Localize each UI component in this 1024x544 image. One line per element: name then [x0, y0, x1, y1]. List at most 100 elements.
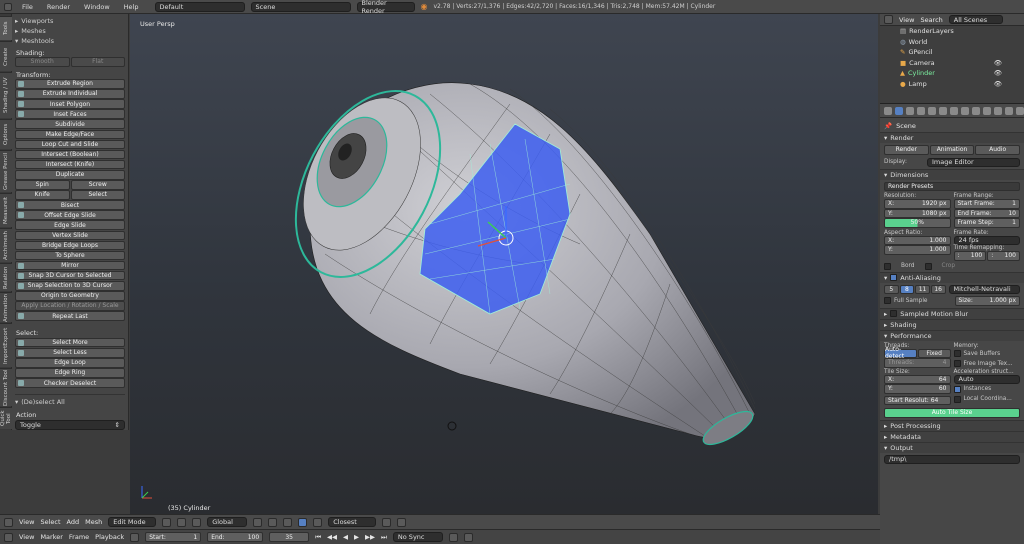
border-checkbox[interactable]	[884, 262, 891, 270]
menu-file[interactable]: File	[18, 3, 37, 11]
display-mode-dropdown[interactable]: All Scenes	[948, 15, 1003, 24]
layout-selector[interactable]: Default	[154, 1, 245, 12]
outliner-item-world[interactable]: ◍ World	[880, 37, 1024, 48]
edge-ring-button[interactable]: Edge Ring	[15, 368, 125, 378]
outliner-item-lamp[interactable]: ● Lamp 👁	[880, 79, 1024, 90]
frame-step-field[interactable]: Frame Step: 1	[953, 218, 1020, 228]
frame-menu[interactable]: Frame	[69, 533, 89, 541]
select-less-button[interactable]: Select Less	[15, 347, 125, 358]
resolution-x-field[interactable]: X: 1920 px	[884, 199, 951, 209]
tab-animation[interactable]: Animation	[0, 292, 12, 322]
resolution-percent-slider[interactable]: 50%	[884, 218, 951, 228]
crop-checkbox[interactable]	[924, 262, 932, 270]
outliner-item-cylinder[interactable]: ▲ Cylinder 👁	[880, 68, 1024, 79]
knife-button[interactable]: Knife	[15, 190, 70, 200]
outliner-item-camera[interactable]: ■ Camera 👁	[880, 58, 1024, 69]
offset-edge-slide-button[interactable]: Offset Edge Slide	[15, 210, 125, 220]
free-image-checkbox[interactable]	[953, 360, 961, 367]
render-engine-selector[interactable]: Blender Render	[356, 0, 415, 15]
frame-rate-dropdown[interactable]: 24 fps	[953, 235, 1020, 245]
snap-target-dropdown[interactable]: Closest	[328, 517, 377, 527]
tab-importexport[interactable]: ImportExport	[0, 323, 12, 367]
menu-help[interactable]: Help	[120, 3, 143, 11]
render-preview-icon[interactable]	[397, 517, 407, 527]
render-panel-header[interactable]: ▾ Render	[880, 132, 1024, 143]
manipulator-icon[interactable]	[192, 517, 202, 527]
scene-tab-icon[interactable]	[917, 106, 925, 115]
apply-transform-button[interactable]: Apply Location / Rotation / Scale	[15, 301, 125, 311]
snap-icon[interactable]	[382, 517, 392, 527]
extrude-individual-button[interactable]: Extrude Individual	[15, 89, 125, 99]
tab-options[interactable]: Options	[0, 119, 12, 149]
local-coord-checkbox[interactable]	[953, 395, 961, 403]
motion-blur-panel-header[interactable]: ▸ Sampled Motion Blur	[880, 307, 1024, 319]
end-frame-field[interactable]: End: 100	[207, 532, 264, 542]
world-tab-icon[interactable]	[928, 106, 936, 115]
flat-button[interactable]: Flat	[70, 57, 125, 67]
start-frame-field[interactable]: Start Frame: 1	[953, 199, 1020, 209]
audio-button[interactable]: Audio	[975, 145, 1021, 155]
tab-create[interactable]: Create	[0, 41, 12, 71]
acceleration-dropdown[interactable]: Auto	[953, 374, 1020, 384]
spin-button[interactable]: Spin	[15, 180, 70, 190]
start-resolution-field[interactable]: Start Resolut: 64	[884, 395, 951, 405]
pivot-point-icon[interactable]	[177, 517, 187, 527]
texture-tab-icon[interactable]	[994, 106, 1002, 115]
record-icon[interactable]	[448, 532, 458, 542]
instances-checkbox[interactable]	[953, 385, 961, 393]
make-edge-face-button[interactable]: Make Edge/Face	[15, 129, 125, 140]
tab-quick-tool[interactable]: Quick Tool	[0, 407, 12, 429]
tab-shading-uv[interactable]: Shading / UV	[0, 72, 12, 118]
aa-samples-11[interactable]: 11	[915, 284, 930, 294]
shading-panel-header[interactable]: ▸ Shading	[880, 318, 1024, 330]
section-meshes[interactable]: ▸ Meshes	[15, 26, 125, 36]
filter-size-field[interactable]: Size: 1.000 px	[954, 296, 1020, 306]
snap-cursor-to-selected-button[interactable]: Snap 3D Cursor to Selected	[15, 270, 125, 281]
aa-samples-5[interactable]: 5	[884, 284, 899, 294]
face-select-icon[interactable]	[298, 517, 308, 527]
editor-type-icon[interactable]	[4, 517, 13, 527]
tab-relation[interactable]: Relation	[0, 263, 12, 291]
select-more-button[interactable]: Select More	[15, 337, 125, 348]
lamp-object-icon[interactable]	[447, 421, 457, 431]
current-frame-field[interactable]: 35	[269, 532, 310, 542]
editor-type-icon[interactable]	[884, 15, 893, 24]
view-menu[interactable]: View	[19, 518, 34, 526]
constraints-tab-icon[interactable]	[950, 106, 958, 115]
bisect-button[interactable]: Bisect	[15, 200, 125, 210]
anti-aliasing-panel-header[interactable]: ▾ Anti-Aliasing	[880, 271, 1024, 283]
scene-render-tab-icon[interactable]	[895, 106, 903, 115]
vertex-slide-button[interactable]: Vertex Slide	[15, 230, 125, 241]
tab-archimesh[interactable]: Archimesh	[0, 228, 12, 262]
section-meshtools[interactable]: ▾ Meshtools	[15, 36, 125, 46]
origin-to-geometry-button[interactable]: Origin to Geometry	[15, 291, 125, 301]
tile-x-field[interactable]: X: 64	[884, 374, 951, 384]
remap-old-field[interactable]: : 100	[953, 251, 987, 261]
bridge-edge-loops-button[interactable]: Bridge Edge Loops	[15, 240, 125, 251]
section-viewports[interactable]: ▸ Viewports	[15, 16, 125, 26]
checker-deselect-button[interactable]: Checker Deselect	[15, 378, 125, 388]
start-frame-field[interactable]: Start: 1	[145, 532, 202, 542]
transform-orientation-dropdown[interactable]: Global	[207, 517, 248, 527]
screw-button[interactable]: Screw	[70, 180, 125, 190]
duplicate-button[interactable]: Duplicate	[15, 169, 125, 180]
extrude-region-button[interactable]: Extrude Region	[15, 79, 125, 89]
action-dropdown[interactable]: Toggle ⇕	[15, 419, 125, 430]
jump-start-icon[interactable]: ⏮	[315, 533, 321, 542]
visibility-eye-icon[interactable]: 👁	[994, 59, 1002, 67]
mode-dropdown[interactable]: Edit Mode	[108, 517, 157, 527]
save-buffers-checkbox[interactable]	[953, 350, 961, 357]
mesh-canvas[interactable]	[130, 14, 878, 514]
aa-filter-dropdown[interactable]: Mitchell-Netravali	[948, 284, 1020, 294]
display-dropdown[interactable]: Image Editor	[927, 157, 1020, 167]
prev-keyframe-icon[interactable]: ◀◀	[327, 533, 337, 541]
loop-cut-slide-button[interactable]: Loop Cut and Slide	[15, 139, 125, 150]
object-tab-icon[interactable]	[939, 106, 947, 115]
tab-measureit[interactable]: Measureit	[0, 193, 12, 227]
output-path-field[interactable]: /tmp\	[884, 454, 1020, 464]
add-menu[interactable]: Add	[67, 518, 80, 526]
physics-tab-icon[interactable]	[1016, 106, 1024, 115]
anti-aliasing-checkbox[interactable]	[890, 274, 898, 281]
marker-menu[interactable]: Marker	[40, 533, 62, 541]
operator-panel-header[interactable]: ▾ (De)select All	[15, 397, 125, 407]
